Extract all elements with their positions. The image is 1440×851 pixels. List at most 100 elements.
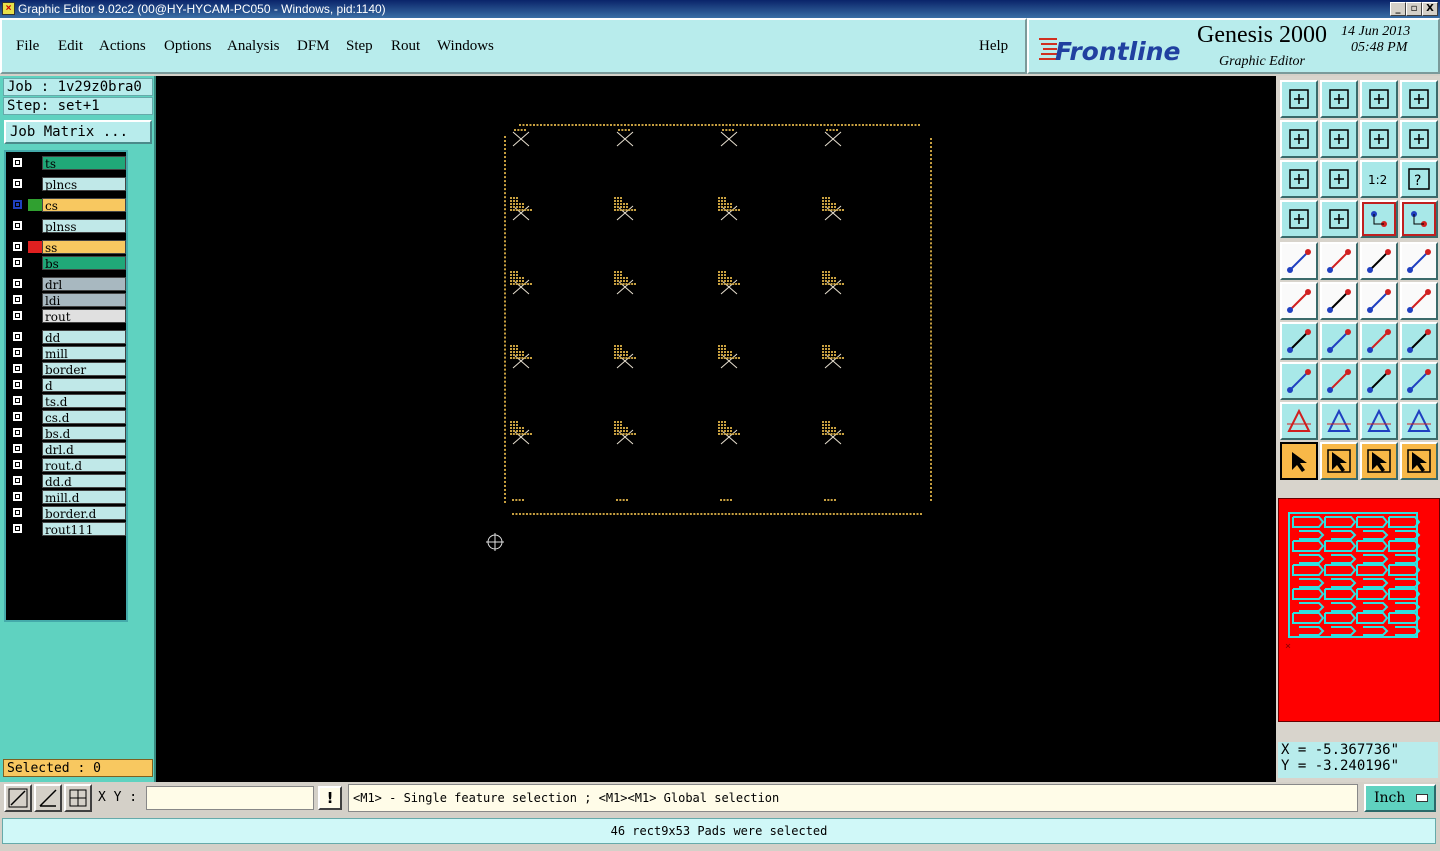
- layer-checkbox[interactable]: [12, 459, 23, 470]
- layer-color-swatch[interactable]: [28, 475, 42, 487]
- zoom-fit-button[interactable]: [1280, 160, 1318, 198]
- layer-checkbox[interactable]: [12, 278, 23, 289]
- layer-row-d[interactable]: d: [8, 378, 126, 393]
- undo-view-button[interactable]: [1360, 120, 1398, 158]
- line-node-2-button[interactable]: [1400, 282, 1438, 320]
- layer-color-swatch[interactable]: [28, 411, 42, 423]
- pointer-box-2-button[interactable]: [1360, 442, 1398, 480]
- layer-color-swatch[interactable]: [28, 241, 42, 253]
- maximize-button[interactable]: ▫: [1406, 2, 1422, 16]
- layer-row-ldi[interactable]: ldi: [8, 293, 126, 308]
- layer-name[interactable]: ss: [42, 240, 126, 255]
- layer-checkbox[interactable]: [12, 157, 23, 168]
- layer-color-swatch[interactable]: [28, 310, 42, 322]
- layer-color-swatch[interactable]: [28, 331, 42, 343]
- circle-select-button[interactable]: [1400, 242, 1438, 280]
- measure-tools-button[interactable]: [1280, 200, 1318, 238]
- menu-analysis[interactable]: Analysis: [227, 38, 280, 55]
- layer-color-swatch[interactable]: [28, 178, 42, 190]
- layer-name[interactable]: border: [42, 362, 126, 377]
- layer-name[interactable]: rout: [42, 309, 126, 324]
- layer-color-swatch[interactable]: [28, 395, 42, 407]
- pointer-button[interactable]: [1280, 442, 1318, 480]
- net-blue-button[interactable]: [1280, 282, 1318, 320]
- layer-name[interactable]: plncs: [42, 177, 126, 192]
- menu-file[interactable]: File: [16, 38, 39, 55]
- cross-delete-button[interactable]: [1320, 282, 1358, 320]
- layer-checkbox[interactable]: [12, 379, 23, 390]
- layer-name[interactable]: cs: [42, 198, 126, 213]
- menu-step[interactable]: Step: [346, 38, 373, 55]
- angle-button[interactable]: [1280, 322, 1318, 360]
- layer-color-swatch[interactable]: [28, 257, 42, 269]
- layer-checkbox[interactable]: [12, 178, 23, 189]
- layer-row-drl[interactable]: drl: [8, 277, 126, 292]
- layer-name[interactable]: mill.d: [42, 490, 126, 505]
- layer-checkbox[interactable]: [12, 411, 23, 422]
- layer-row-border-d[interactable]: border.d: [8, 506, 126, 521]
- layer-checkbox[interactable]: [12, 294, 23, 305]
- layer-checkbox[interactable]: [12, 491, 23, 502]
- layer-color-swatch[interactable]: [28, 278, 42, 290]
- redo-view-button[interactable]: [1400, 120, 1438, 158]
- layer-row-dd[interactable]: dd: [8, 330, 126, 345]
- layer-checkbox[interactable]: [12, 220, 23, 231]
- resize-button[interactable]: [1360, 362, 1398, 400]
- triangle-blue-3-button[interactable]: [1400, 402, 1438, 440]
- pad-node-button[interactable]: [1280, 362, 1318, 400]
- layer-name[interactable]: ts.d: [42, 394, 126, 409]
- layer-name[interactable]: d: [42, 378, 126, 393]
- layer-checkbox[interactable]: [12, 363, 23, 374]
- layer-color-swatch[interactable]: [28, 294, 42, 306]
- layer-name[interactable]: rout111: [42, 522, 126, 537]
- layer-row-plnss[interactable]: plnss: [8, 219, 126, 234]
- home-down-button[interactable]: [1320, 80, 1358, 118]
- home-up-button[interactable]: [1280, 80, 1318, 118]
- menu-help[interactable]: Help: [979, 38, 1008, 55]
- arc-button[interactable]: [1360, 322, 1398, 360]
- layer-row-bs[interactable]: bs: [8, 256, 126, 271]
- layer-color-swatch[interactable]: [28, 363, 42, 375]
- layer-color-swatch[interactable]: [28, 379, 42, 391]
- line-node-button[interactable]: [1360, 282, 1398, 320]
- layer-color-swatch[interactable]: [28, 220, 42, 232]
- ruler-button[interactable]: [1360, 242, 1398, 280]
- menu-dfm[interactable]: DFM: [297, 38, 330, 55]
- layer-color-swatch[interactable]: [28, 507, 42, 519]
- layer-color-swatch[interactable]: [28, 459, 42, 471]
- layer-checkbox[interactable]: [12, 241, 23, 252]
- text-button[interactable]: [1400, 322, 1438, 360]
- layer-color-swatch[interactable]: [28, 347, 42, 359]
- close-button[interactable]: X: [1422, 2, 1438, 16]
- zoom-1to2-button[interactable]: 1:2: [1360, 160, 1398, 198]
- layer-color-swatch[interactable]: [28, 157, 42, 169]
- layer-name[interactable]: border.d: [42, 506, 126, 521]
- add-line-button[interactable]: [1320, 242, 1358, 280]
- layer-checkbox[interactable]: [12, 475, 23, 486]
- layer-checkbox[interactable]: [12, 347, 23, 358]
- layer-name[interactable]: drl: [42, 277, 126, 292]
- layer-checkbox[interactable]: [12, 443, 23, 454]
- layer-checkbox[interactable]: [12, 395, 23, 406]
- menu-rout[interactable]: Rout: [391, 38, 420, 55]
- triangle-blue-button[interactable]: [1320, 402, 1358, 440]
- pan-right-button[interactable]: [1320, 120, 1358, 158]
- layer-row-cs[interactable]: cs: [8, 198, 126, 213]
- pointer-box-button[interactable]: [1320, 442, 1358, 480]
- layer-color-swatch[interactable]: [28, 443, 42, 455]
- measure-button[interactable]: [34, 784, 62, 812]
- layer-name[interactable]: dd.d: [42, 474, 126, 489]
- snap-button[interactable]: [4, 784, 32, 812]
- shape-button[interactable]: [1400, 362, 1438, 400]
- layer-name[interactable]: rout.d: [42, 458, 126, 473]
- home-button[interactable]: [1360, 80, 1398, 118]
- layer-name[interactable]: dd: [42, 330, 126, 345]
- pan-left-button[interactable]: [1280, 120, 1318, 158]
- xy-input[interactable]: [146, 786, 314, 810]
- layer-row-cs-d[interactable]: cs.d: [8, 410, 126, 425]
- layer-name[interactable]: cs.d: [42, 410, 126, 425]
- layer-name[interactable]: mill: [42, 346, 126, 361]
- minimize-button[interactable]: _: [1390, 2, 1406, 16]
- layer-row-ss[interactable]: ss: [8, 240, 126, 255]
- layer-name[interactable]: drl.d: [42, 442, 126, 457]
